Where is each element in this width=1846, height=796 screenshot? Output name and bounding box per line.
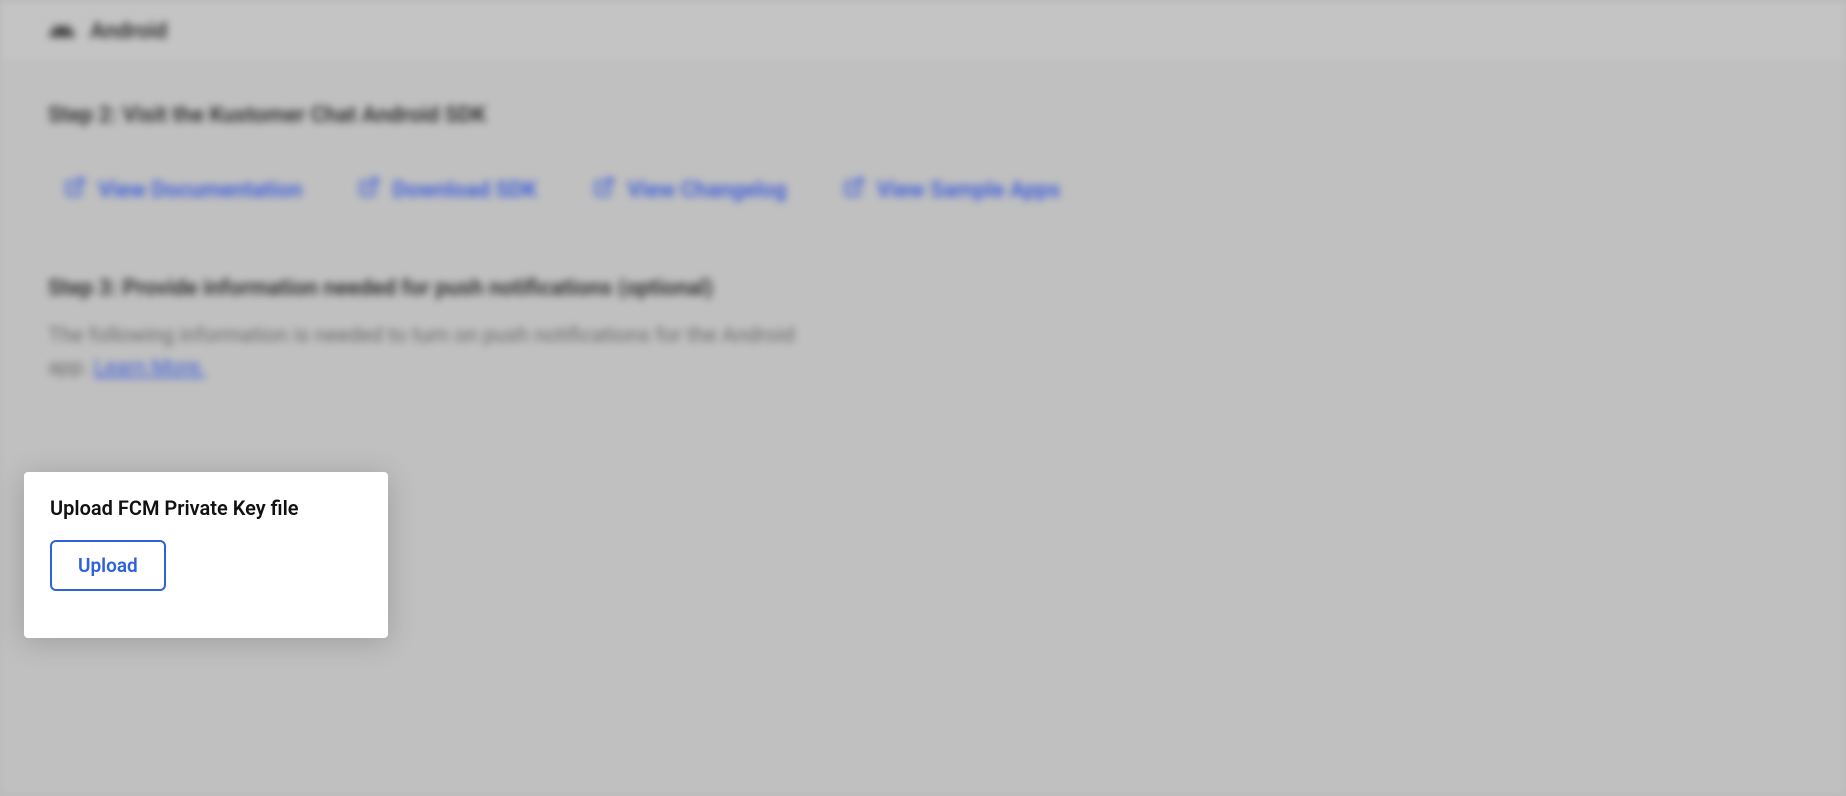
view-documentation-link[interactable]: View Documentation: [64, 176, 302, 204]
download-sdk-link[interactable]: Download SDK: [358, 176, 537, 204]
sdk-links-row: View Documentation Download SDK: [48, 176, 1798, 204]
step3-heading: Step 3: Provide information needed for p…: [48, 272, 748, 305]
platform-title: Android: [90, 19, 167, 44]
learn-more-link[interactable]: Learn More.: [94, 356, 206, 380]
link-label: View Documentation: [98, 178, 302, 203]
external-link-icon: [843, 176, 865, 204]
link-label: Download SDK: [392, 178, 537, 203]
android-icon: [48, 22, 76, 42]
link-label: View Changelog: [627, 178, 786, 203]
external-link-icon: [593, 176, 615, 204]
view-changelog-link[interactable]: View Changelog: [593, 176, 786, 204]
platform-header: Android: [0, 0, 1846, 63]
external-link-icon: [358, 176, 380, 204]
upload-fcm-card: Upload FCM Private Key file Upload: [24, 472, 388, 638]
view-sample-apps-link[interactable]: View Sample Apps: [843, 176, 1061, 204]
upload-fcm-label: Upload FCM Private Key file: [50, 496, 362, 520]
step3-description: The following information is needed to t…: [48, 321, 828, 384]
upload-button[interactable]: Upload: [50, 540, 166, 591]
step2-heading: Step 2: Visit the Kustomer Chat Android …: [48, 103, 1798, 128]
external-link-icon: [64, 176, 86, 204]
link-label: View Sample Apps: [877, 178, 1061, 203]
